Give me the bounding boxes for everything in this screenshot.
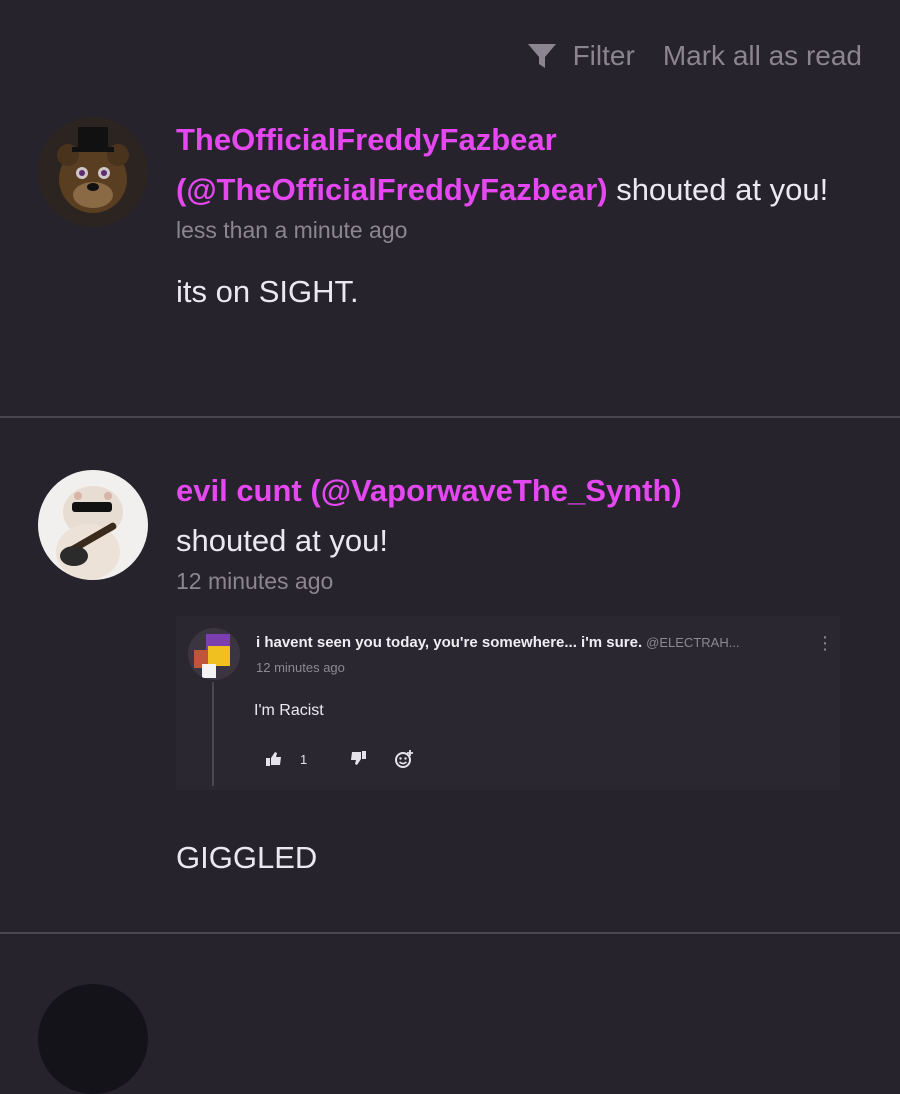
username-link[interactable]: evil cunt (@VaporwaveThe_Synth) <box>176 473 682 508</box>
embed-message: I'm Racist <box>254 702 324 719</box>
freddy-fazbear-avatar-icon <box>38 117 148 227</box>
user-handle: (@TheOfficialFreddyFazbear) <box>176 172 608 207</box>
notification-message: its on SIGHT. <box>176 274 359 309</box>
thumbs-down-icon <box>351 750 366 765</box>
avatar[interactable] <box>38 984 148 1094</box>
avatar[interactable] <box>38 117 148 227</box>
notification-action: shouted at you! <box>176 523 388 558</box>
user-handle: (@VaporwaveThe_Synth) <box>310 473 682 508</box>
kebab-menu-icon: ⋮ <box>816 633 834 653</box>
embed-like: 1 <box>266 752 350 767</box>
divider <box>0 932 900 934</box>
filter-icon <box>527 44 556 68</box>
notification-headline: TheOfficialFreddyFazbear (@TheOfficialFre… <box>176 115 860 215</box>
embed-actions: 1 <box>266 750 414 768</box>
notification-headline: evil cunt (@VaporwaveThe_Synth)shouted a… <box>176 466 860 566</box>
avatar[interactable] <box>38 470 148 580</box>
embed-title: i havent seen you today, you're somewher… <box>256 634 740 651</box>
embed-title-text: i havent seen you today, you're somewher… <box>256 634 643 651</box>
mark-all-read-button[interactable]: Mark all as read <box>663 40 862 72</box>
notification-action: shouted at you! <box>607 172 829 207</box>
embed-dislike <box>350 750 394 768</box>
timestamp: 12 minutes ago <box>176 568 334 594</box>
add-reaction-icon <box>395 750 413 768</box>
notification-message: GIGGLED <box>176 840 318 875</box>
embed-avatar <box>188 628 240 680</box>
thumbs-up-icon <box>266 752 281 766</box>
filter-label: Filter <box>572 40 635 71</box>
user-display-name: evil cunt <box>176 473 302 508</box>
embed-timestamp: 12 minutes ago <box>256 660 345 675</box>
notifications-toolbar: Filter Mark all as read <box>527 40 862 72</box>
embed-handle: @ELECTRAH... <box>646 635 740 650</box>
like-count: 1 <box>300 751 308 767</box>
thread-line <box>212 682 214 786</box>
timestamp: less than a minute ago <box>176 217 408 243</box>
divider <box>0 416 900 418</box>
user-display-name: TheOfficialFreddyFazbear <box>176 122 557 157</box>
hamster-guitar-avatar-icon <box>38 470 148 580</box>
username-link[interactable]: TheOfficialFreddyFazbear (@TheOfficialFre… <box>176 122 608 207</box>
filter-button[interactable]: Filter <box>527 40 635 72</box>
embed-avatar-icon <box>188 628 240 680</box>
embedded-image[interactable]: i havent seen you today, you're somewher… <box>176 616 840 790</box>
